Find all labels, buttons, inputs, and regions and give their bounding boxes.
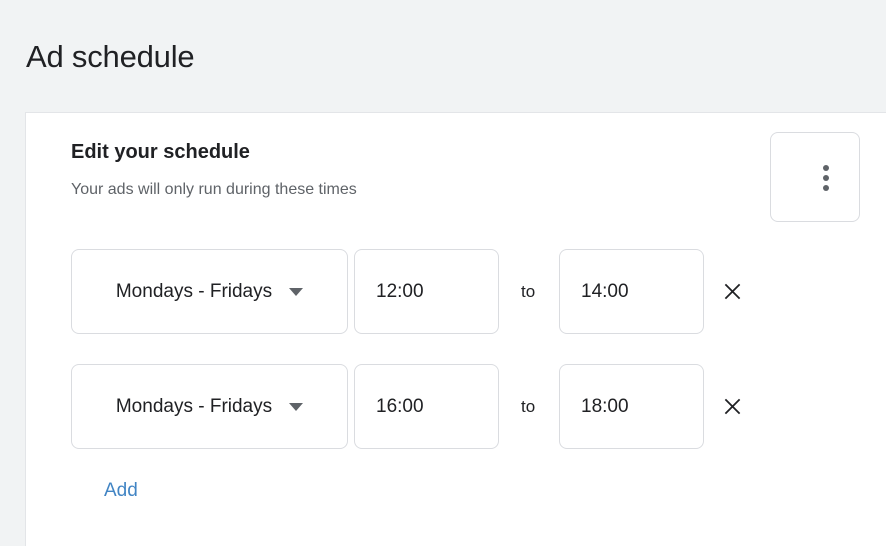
- remove-schedule-button-1[interactable]: [712, 364, 752, 449]
- day-range-value: Mondays - Fridays: [115, 280, 273, 302]
- day-range-select-1[interactable]: Mondays - Fridays: [71, 364, 348, 449]
- overflow-menu-button[interactable]: [770, 132, 860, 222]
- ad-schedule-card: Edit your schedule Your ads will only ru…: [25, 112, 886, 546]
- chevron-down-icon: [289, 402, 304, 411]
- close-icon: [724, 398, 740, 415]
- day-range-select-0[interactable]: Mondays - Fridays: [71, 249, 348, 334]
- card-header: Edit your schedule Your ads will only ru…: [71, 139, 771, 201]
- close-icon: [724, 283, 740, 300]
- start-time-value: 16:00: [376, 395, 424, 417]
- schedule-row: Mondays - Fridays 12:00 to 14:00: [26, 249, 886, 334]
- more-vertical-icon: [823, 165, 829, 191]
- end-time-value: 14:00: [581, 280, 629, 302]
- card-title: Edit your schedule: [71, 141, 250, 163]
- page-header: Ad schedule: [0, 0, 886, 112]
- day-range-value: Mondays - Fridays: [115, 395, 273, 417]
- end-time-input-0[interactable]: 14:00: [559, 249, 704, 334]
- schedule-row: Mondays - Fridays 16:00 to 18:00: [26, 364, 886, 449]
- chevron-down-icon: [289, 287, 304, 296]
- page-title: Ad schedule: [26, 39, 195, 74]
- start-time-value: 12:00: [376, 280, 424, 302]
- end-time-input-1[interactable]: 18:00: [559, 364, 704, 449]
- to-label-1: to: [521, 397, 536, 416]
- to-label-0: to: [521, 282, 536, 301]
- start-time-input-1[interactable]: 16:00: [354, 364, 499, 449]
- remove-schedule-button-0[interactable]: [712, 249, 752, 334]
- add-schedule-link[interactable]: Add: [104, 480, 138, 502]
- end-time-value: 18:00: [581, 395, 629, 417]
- schedule-rows: Mondays - Fridays 12:00 to 14:00 Mondays…: [26, 249, 886, 479]
- card-subtitle: Your ads will only run during these time…: [71, 181, 357, 198]
- start-time-input-0[interactable]: 12:00: [354, 249, 499, 334]
